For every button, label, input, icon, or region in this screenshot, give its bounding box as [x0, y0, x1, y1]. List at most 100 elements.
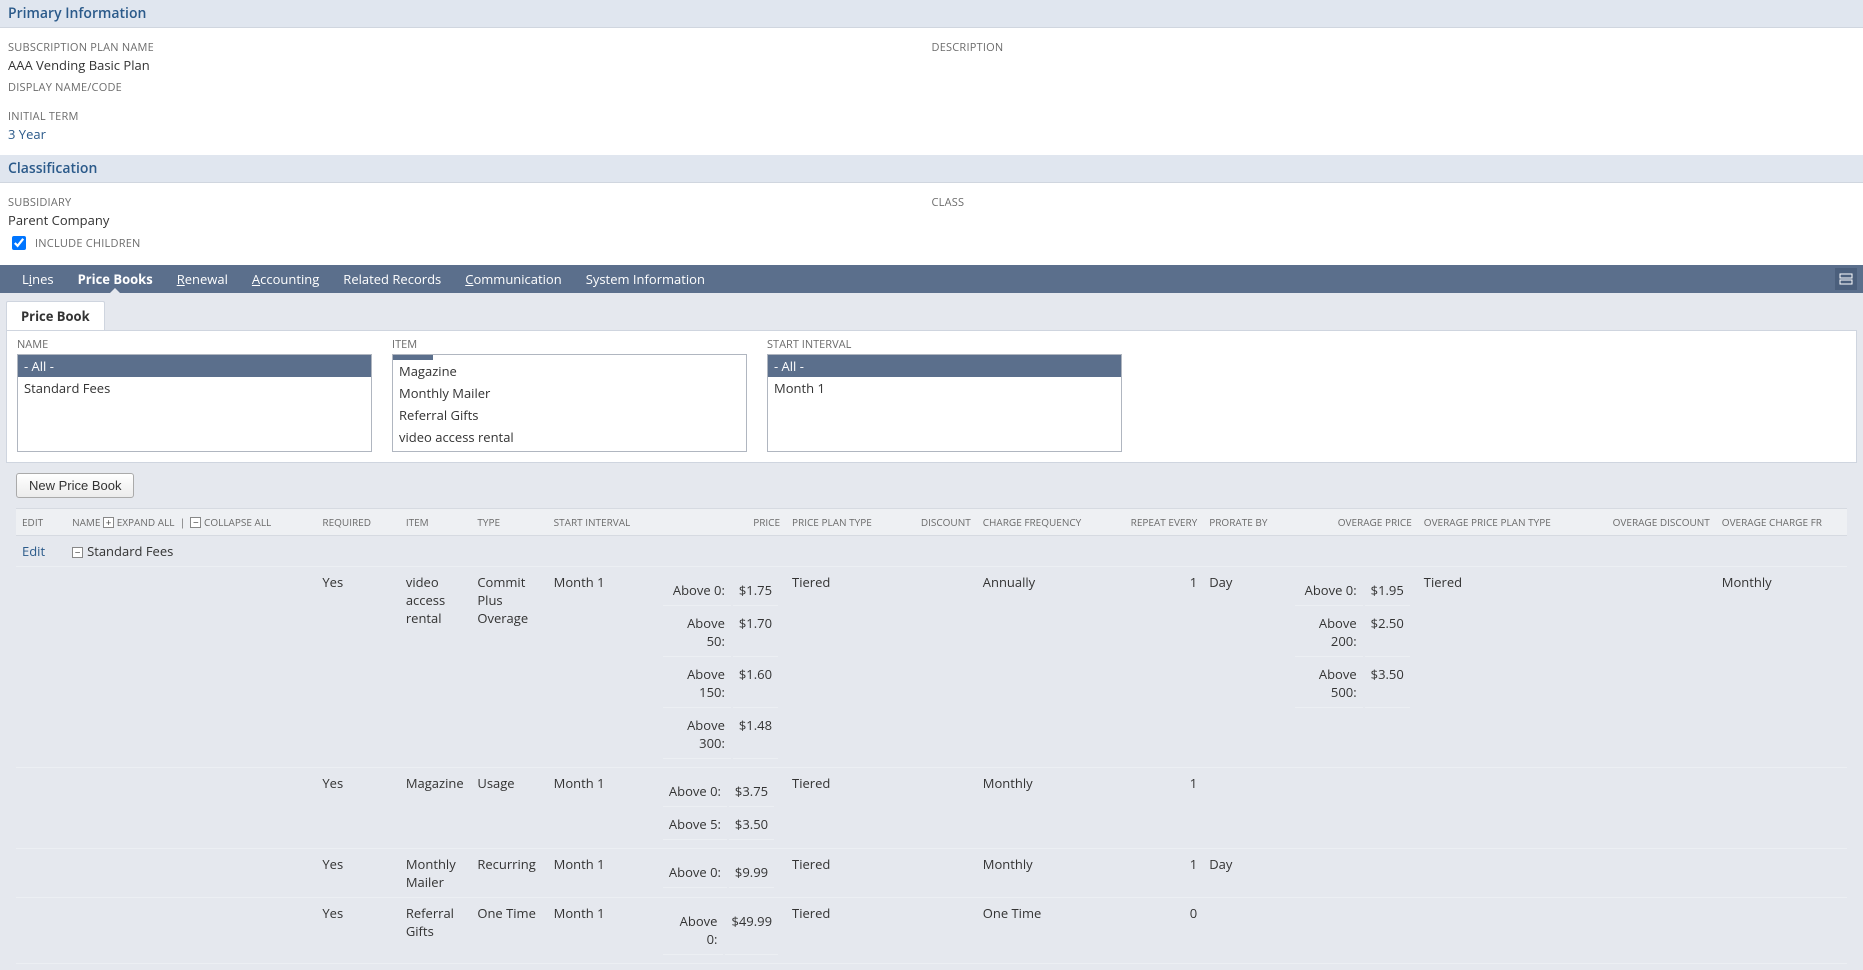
filter-row: NAME - All -Standard Fees ITEM MagazineM…: [6, 330, 1857, 463]
filter-item-label: ITEM: [392, 337, 747, 352]
listbox-option[interactable]: Monthly Mailer: [393, 382, 746, 404]
include-children-label: INCLUDE CHILDREN: [35, 236, 141, 251]
cell-price: Above 0:$49.99: [655, 898, 786, 964]
cell-overage-charge-fr: Monthly: [1716, 567, 1847, 768]
layout-icon: [1839, 272, 1853, 286]
cell-overage-price-plan-type: [1418, 849, 1585, 898]
listbox-option[interactable]: - All -: [768, 355, 1121, 377]
primary-info-header: Primary Information: [0, 0, 1863, 28]
col-repeat-every: REPEAT EVERY: [1108, 509, 1203, 536]
cell-price-plan-type: Tiered: [786, 849, 893, 898]
tab-system-information[interactable]: System Information: [574, 265, 717, 293]
edit-link[interactable]: Edit: [22, 542, 45, 560]
subtab-area: Price Book NAME - All -Standard Fees ITE…: [0, 293, 1863, 970]
cell-overage-discount: [1585, 898, 1716, 964]
listbox-option[interactable]: Standard Fees: [18, 377, 371, 399]
cell-overage-price-plan-type: [1418, 768, 1585, 849]
cell-item: video access rental: [400, 567, 472, 768]
classification-header: Classification: [0, 155, 1863, 183]
cell-discount: [893, 849, 976, 898]
cell-type: Recurring: [471, 849, 547, 898]
filter-start-interval-label: START INTERVAL: [767, 337, 1122, 352]
expand-all-text[interactable]: EXPAND ALL: [117, 515, 175, 529]
cell-type: Usage: [471, 768, 547, 849]
cell-overage-price: [1287, 849, 1418, 898]
cell-required: Yes: [316, 768, 399, 849]
tab-price-books[interactable]: Price Books: [66, 265, 165, 293]
col-name: NAME + EXPAND ALL | − COLLAPSE ALL: [66, 509, 316, 536]
expand-all-icon[interactable]: +: [103, 517, 114, 528]
col-prorate-by: PRORATE BY: [1203, 509, 1286, 536]
plan-name-value: AAA Vending Basic Plan: [8, 56, 932, 74]
cell-start-interval: Month 1: [548, 768, 655, 849]
cell-repeat-every: 1: [1108, 849, 1203, 898]
cell-item: Magazine: [400, 768, 472, 849]
display-name-label: DISPLAY NAME/CODE: [8, 80, 932, 95]
col-discount: DISCOUNT: [893, 509, 976, 536]
col-price: PRICE: [655, 509, 786, 536]
cell-price-plan-type: Tiered: [786, 567, 893, 768]
cell-overage-price: [1287, 898, 1418, 964]
tab-related-records[interactable]: Related Records: [331, 265, 453, 293]
col-overage-price: OVERAGE PRICE: [1287, 509, 1418, 536]
cell-overage-discount: [1585, 849, 1716, 898]
col-name-text: NAME: [72, 515, 100, 529]
price-book-grid: EDIT NAME + EXPAND ALL | − COLLAPSE ALL …: [16, 508, 1847, 964]
tab-accounting[interactable]: Accounting: [240, 265, 331, 293]
filter-item-listbox[interactable]: MagazineMonthly MailerReferral Giftsvide…: [392, 354, 747, 452]
initial-term-label: INITIAL TERM: [8, 109, 932, 124]
collapse-all-text[interactable]: COLLAPSE ALL: [204, 515, 271, 529]
tab-bar: Lines Price Books Renewal Accounting Rel…: [0, 265, 1863, 293]
listbox-option[interactable]: Magazine: [393, 360, 746, 382]
cell-price-plan-type: Tiered: [786, 898, 893, 964]
tab-layout-icon[interactable]: [1835, 268, 1857, 290]
cell-discount: [893, 567, 976, 768]
plan-name-label: SUBSCRIPTION PLAN NAME: [8, 40, 932, 55]
filter-item: ITEM MagazineMonthly MailerReferral Gift…: [392, 337, 747, 452]
subsidiary-label: SUBSIDIARY: [8, 195, 932, 210]
cell-repeat-every: 1: [1108, 768, 1203, 849]
cell-start-interval: Month 1: [548, 849, 655, 898]
collapse-icon[interactable]: −: [72, 547, 83, 558]
collapse-all-icon[interactable]: −: [190, 517, 201, 528]
cell-discount: [893, 768, 976, 849]
listbox-option[interactable]: video access rental: [393, 426, 746, 448]
listbox-option[interactable]: Month 1: [768, 377, 1121, 399]
table-row: YesMonthly MailerRecurringMonth 1Above 0…: [16, 849, 1847, 898]
col-type: TYPE: [471, 509, 547, 536]
cell-item: Referral Gifts: [400, 898, 472, 964]
cell-overage-charge-fr: [1716, 768, 1847, 849]
cell-start-interval: Month 1: [548, 567, 655, 768]
col-required: REQUIRED: [316, 509, 399, 536]
cell-repeat-every: 1: [1108, 567, 1203, 768]
cell-price-plan-type: Tiered: [786, 768, 893, 849]
cell-charge-frequency: Monthly: [977, 849, 1108, 898]
cell-overage-charge-fr: [1716, 898, 1847, 964]
listbox-option[interactable]: - All -: [18, 355, 371, 377]
cell-type: One Time: [471, 898, 547, 964]
filter-name-label: NAME: [17, 337, 372, 352]
col-item: ITEM: [400, 509, 472, 536]
tab-renewal[interactable]: Renewal: [165, 265, 240, 293]
col-price-plan-type: PRICE PLAN TYPE: [786, 509, 893, 536]
cell-required: Yes: [316, 567, 399, 768]
cell-prorate-by: Day: [1203, 849, 1286, 898]
filter-start-interval-listbox[interactable]: - All -Month 1: [767, 354, 1122, 452]
cell-overage-price: [1287, 768, 1418, 849]
description-label: DESCRIPTION: [932, 40, 1856, 55]
table-row: YesMagazineUsageMonth 1Above 0:$3.75Abov…: [16, 768, 1847, 849]
new-price-book-button[interactable]: New Price Book: [16, 473, 134, 498]
cell-charge-frequency: Annually: [977, 567, 1108, 768]
cell-item: Monthly Mailer: [400, 849, 472, 898]
initial-term-value[interactable]: 3 Year: [8, 125, 932, 143]
group-name: Standard Fees: [87, 542, 173, 560]
cell-price: Above 0:$1.75Above 50:$1.70Above 150:$1.…: [655, 567, 786, 768]
filter-name-listbox[interactable]: - All -Standard Fees: [17, 354, 372, 452]
cell-discount: [893, 898, 976, 964]
listbox-option[interactable]: Referral Gifts: [393, 404, 746, 426]
subtab-price-book[interactable]: Price Book: [6, 301, 105, 330]
tab-lines[interactable]: Lines: [10, 265, 66, 293]
include-children-checkbox[interactable]: [12, 236, 26, 250]
tab-communication[interactable]: Communication: [453, 265, 573, 293]
cell-price: Above 0:$9.99: [655, 849, 786, 898]
